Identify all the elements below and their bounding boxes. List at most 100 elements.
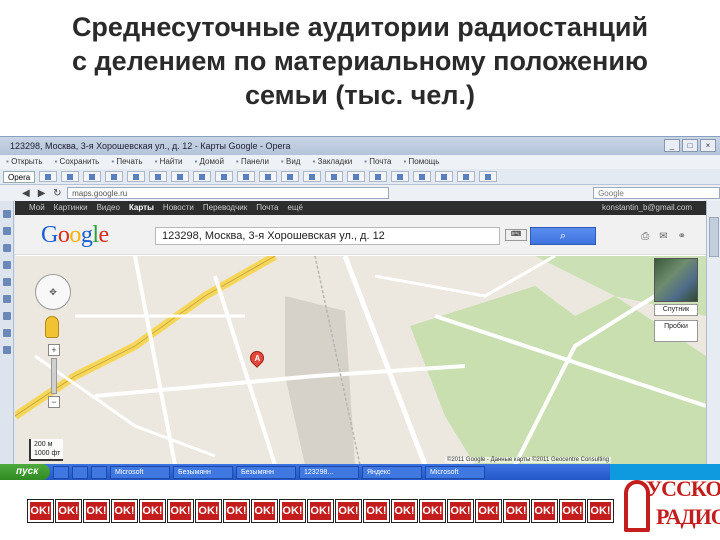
tab[interactable] — [479, 171, 498, 182]
street-view-pegman-icon[interactable] — [45, 316, 59, 338]
tab[interactable] — [435, 171, 454, 182]
tab[interactable] — [105, 171, 124, 182]
nav-item-maps[interactable]: Карты — [129, 201, 154, 215]
taskbar-item[interactable]: Яндекс — [362, 465, 422, 479]
tab[interactable] — [259, 171, 278, 182]
page-icon — [89, 173, 96, 180]
account-link[interactable]: konstantin_b@gmail.com — [602, 201, 706, 215]
nav-item[interactable]: Мой — [29, 201, 45, 215]
logo-line-1: УССКОЕ — [646, 476, 720, 501]
close-button[interactable]: × — [700, 139, 716, 152]
satellite-label[interactable]: Спутник — [654, 304, 698, 316]
maps-search-input[interactable]: 123298, Москва, 3-я Хорошевская ул., д. … — [155, 227, 500, 245]
taskbar-item[interactable]: Microsoft — [110, 465, 170, 479]
nav-item[interactable]: Переводчик — [203, 201, 247, 215]
satellite-thumbnail[interactable] — [654, 258, 698, 302]
menu-item[interactable]: Панели — [236, 155, 269, 169]
tab[interactable] — [83, 171, 102, 182]
menu-item[interactable]: Помощь — [403, 155, 440, 169]
bookmarks-icon[interactable] — [3, 210, 11, 218]
tab-opera[interactable]: Opera — [3, 170, 36, 183]
menu-item[interactable]: Найти — [155, 155, 183, 169]
tab[interactable] — [127, 171, 146, 182]
scrollbar-thumb[interactable] — [709, 217, 719, 257]
traffic-button[interactable]: Пробки — [654, 320, 698, 342]
menu-item[interactable]: Домой — [194, 155, 224, 169]
page-icon — [199, 173, 206, 180]
tab[interactable] — [193, 171, 212, 182]
opera-side-panel — [0, 201, 14, 464]
quicklaunch-icon[interactable] — [72, 465, 88, 479]
reload-icon[interactable]: ↻ — [51, 188, 63, 199]
taskbar-item[interactable]: Безымянн — [236, 465, 296, 479]
window-title: 123298, Москва, 3-я Хорошевская ул., д. … — [0, 137, 720, 155]
browser-search-input[interactable]: Google — [593, 187, 720, 199]
menu-item[interactable]: Закладки — [312, 155, 353, 169]
tab[interactable] — [281, 171, 300, 182]
ok-badge: OK! — [391, 499, 418, 523]
tab[interactable] — [457, 171, 476, 182]
nav-item[interactable]: Новости — [163, 201, 194, 215]
zoom-in-button[interactable]: + — [48, 344, 60, 356]
nav-item[interactable]: Видео — [97, 201, 120, 215]
keyboard-icon[interactable]: ⌨ — [505, 229, 527, 241]
menu-item[interactable]: Почта — [364, 155, 391, 169]
history-icon[interactable] — [3, 295, 11, 303]
ok-badge: OK! — [251, 499, 278, 523]
tab[interactable] — [237, 171, 256, 182]
url-input[interactable]: maps.google.ru — [67, 187, 390, 199]
logo-letter: G — [41, 222, 58, 248]
menu-item[interactable]: Вид — [281, 155, 300, 169]
page-scrollbar[interactable] — [706, 201, 720, 464]
nav-item[interactable]: Почта — [256, 201, 278, 215]
page-icon — [287, 173, 294, 180]
tab[interactable] — [215, 171, 234, 182]
forward-icon[interactable]: ▶ — [36, 188, 48, 199]
slide-title: Среднесуточные аудитории радиостанций с … — [0, 10, 720, 112]
taskbar-item[interactable]: Безымянн — [173, 465, 233, 479]
minimize-button[interactable]: _ — [664, 139, 680, 152]
pan-control[interactable]: ✥ — [35, 274, 71, 310]
search-button[interactable]: ⌕ — [530, 227, 596, 245]
quicklaunch-icon[interactable] — [53, 465, 69, 479]
taskbar-item[interactable]: 123298... — [299, 465, 359, 479]
google-logo[interactable]: Google — [41, 221, 109, 249]
link-icon[interactable]: ⚭ — [678, 231, 686, 242]
maximize-button[interactable]: □ — [682, 139, 698, 152]
tab[interactable] — [303, 171, 322, 182]
tab[interactable] — [171, 171, 190, 182]
page-icon — [265, 173, 272, 180]
add-panel-icon[interactable] — [3, 346, 11, 354]
menu-item[interactable]: Открыть — [6, 155, 42, 169]
print-icon[interactable]: ⎙ — [641, 231, 649, 242]
tab[interactable] — [149, 171, 168, 182]
page-icon — [111, 173, 118, 180]
zoom-slider[interactable] — [51, 358, 57, 394]
menu-item[interactable]: Печать — [111, 155, 142, 169]
transfers-icon[interactable] — [3, 278, 11, 286]
page-icon — [331, 173, 338, 180]
start-button[interactable]: пуск — [0, 464, 50, 480]
links-icon[interactable] — [3, 312, 11, 320]
tab[interactable] — [413, 171, 432, 182]
mail-icon[interactable] — [3, 227, 11, 235]
nav-item[interactable]: ещё — [287, 201, 302, 215]
back-icon[interactable]: ◀ — [20, 188, 32, 199]
nav-item[interactable]: Картинки — [54, 201, 88, 215]
contacts-icon[interactable] — [3, 244, 11, 252]
notes-icon[interactable] — [3, 261, 11, 269]
tab[interactable] — [39, 171, 58, 182]
tab[interactable] — [391, 171, 410, 182]
map-canvas[interactable]: ✥ + − A 200 м 1000 фт ©2011 Google - Дан… — [15, 256, 706, 464]
widgets-icon[interactable] — [3, 329, 11, 337]
quicklaunch-icon[interactable] — [91, 465, 107, 479]
address-bar: ◀ ▶ ↻ maps.google.ru Google — [0, 185, 720, 201]
tab[interactable] — [61, 171, 80, 182]
taskbar-item[interactable]: Microsoft — [425, 465, 485, 479]
tab[interactable] — [347, 171, 366, 182]
tab[interactable] — [369, 171, 388, 182]
zoom-out-button[interactable]: − — [48, 396, 60, 408]
menu-item[interactable]: Сохранить — [54, 155, 100, 169]
send-icon[interactable]: ✉ — [659, 231, 667, 242]
tab[interactable] — [325, 171, 344, 182]
